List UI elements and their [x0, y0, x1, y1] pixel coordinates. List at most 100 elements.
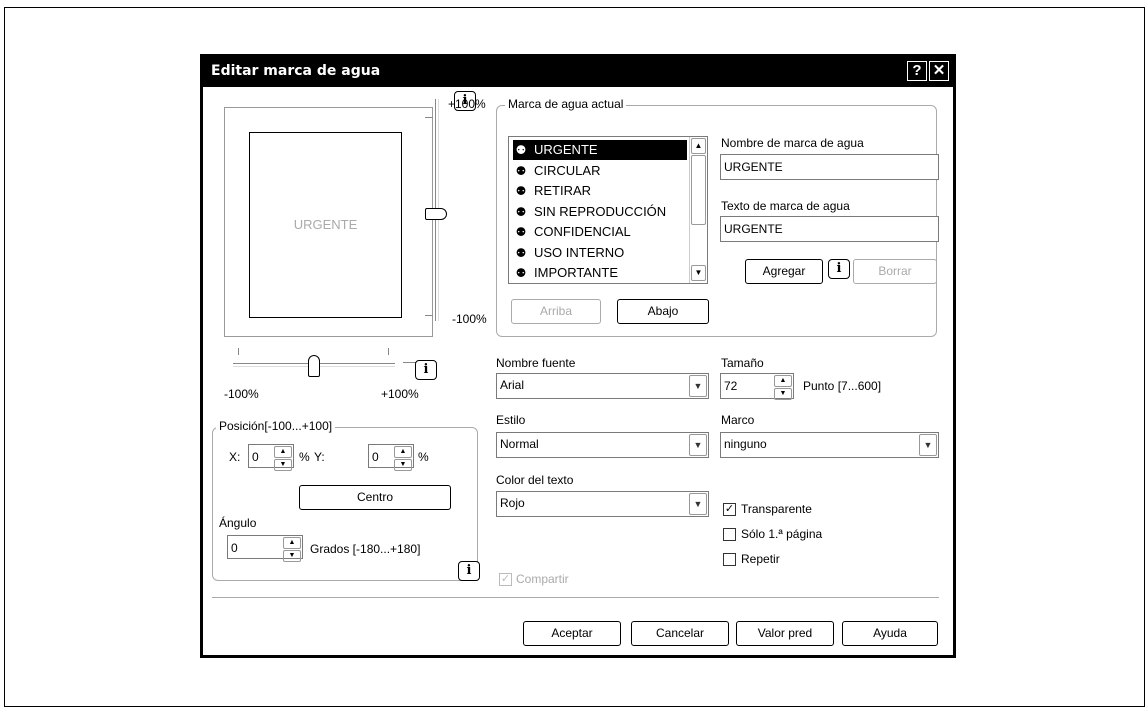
list-item[interactable]: ⚉ RETIRAR	[513, 181, 687, 201]
list-item[interactable]: ⚉ USO INTERNO	[513, 243, 687, 263]
list-item[interactable]: ⚉ SIN REPRODUCCIÓN	[513, 202, 687, 222]
repeat-checkbox[interactable]	[723, 553, 736, 566]
watermark-icon: ⚉	[515, 204, 527, 219]
preview-watermark-text: URGENTE	[293, 217, 358, 232]
list-item-label: CONFIDENCIAL	[534, 224, 631, 239]
hslider-max-label: +100%	[381, 387, 419, 401]
font-name-select[interactable]: Arial ▼	[496, 373, 709, 399]
separator	[212, 597, 939, 598]
cancel-button[interactable]: Cancelar	[631, 621, 729, 646]
repeat-label: Repetir	[741, 552, 780, 566]
list-item[interactable]: ⚉ URGENTE	[513, 140, 687, 160]
watermark-list[interactable]: ⚉ URGENTE ⚉ CIRCULAR ⚉ RETIRAR ⚉ SIN REPRODUCCI…	[508, 136, 708, 284]
info-icon[interactable]: i	[458, 561, 480, 581]
transparent-label: Transparente	[741, 502, 812, 516]
angle-input[interactable]: 0 ▲ ▼	[227, 535, 303, 562]
hslider-tick-right	[388, 348, 389, 355]
list-item-label: URGENTE	[534, 142, 598, 157]
arrow-down-icon: ▼	[283, 550, 301, 562]
list-item[interactable]: ⚉ CONFIDENCIAL	[513, 222, 687, 242]
y-unit: %	[418, 450, 429, 464]
x-spinner[interactable]: ▲ ▼	[274, 445, 292, 471]
help-title-button[interactable]: ?	[907, 61, 927, 81]
preview-page: URGENTE	[249, 132, 402, 318]
text-color-label: Color del texto	[496, 473, 574, 487]
down-button[interactable]: Abajo	[617, 299, 709, 324]
list-item-label: SIN REPRODUCCIÓN	[534, 203, 667, 219]
watermark-name-input[interactable]: URGENTE	[720, 154, 939, 180]
list-item-label: USO INTERNO	[534, 244, 625, 260]
arrow-up-icon: ▲	[274, 446, 292, 458]
info-icon[interactable]: i	[415, 360, 437, 380]
list-item[interactable]: ⚉ CIRCULAR	[513, 161, 687, 181]
chevron-down-icon[interactable]: ▼	[689, 493, 707, 515]
size-input[interactable]: 72 ▲ ▼	[720, 373, 794, 400]
y-spinner[interactable]: ▲ ▼	[394, 445, 412, 471]
watermark-icon: ⚉	[515, 225, 527, 239]
first-page-label: Sólo 1.ª página	[741, 527, 823, 541]
size-spinner[interactable]: ▲ ▼	[774, 374, 792, 400]
frame-select[interactable]: ninguno ▼	[720, 432, 939, 458]
font-name-label: Nombre fuente	[496, 356, 576, 370]
watermark-text-label: Texto de marca de agua	[721, 199, 850, 213]
watermark-preview: URGENTE	[224, 107, 433, 337]
x-unit: %	[299, 450, 310, 464]
list-scrollbar[interactable]: ▲ ▼	[689, 137, 707, 283]
chevron-down-icon[interactable]: ▼	[689, 434, 707, 456]
angle-label: Ángulo	[219, 516, 257, 530]
chevron-down-icon[interactable]: ▼	[919, 434, 937, 456]
scrollbar-thumb[interactable]	[691, 155, 706, 225]
x-input[interactable]: 0 ▲ ▼	[248, 444, 294, 471]
style-label: Estilo	[496, 413, 526, 427]
vslider-tick-bottom	[425, 315, 433, 316]
list-item[interactable]: ⚉ IMPORTANTE	[513, 263, 687, 283]
edit-watermark-dialog: Editar marca de agua ? ✕ URGENTE i +100%…	[200, 54, 956, 658]
position-legend: Posición[-100...+100]	[216, 419, 336, 433]
close-title-button[interactable]: ✕	[929, 61, 949, 81]
style-select[interactable]: Normal ▼	[496, 432, 709, 458]
first-page-checkbox[interactable]	[723, 528, 736, 541]
arrow-down-icon: ▼	[274, 459, 292, 471]
arrow-up-icon: ▲	[394, 446, 412, 458]
y-input[interactable]: 0 ▲ ▼	[368, 444, 414, 471]
arrow-down-icon[interactable]: ▼	[691, 265, 706, 281]
watermark-icon: ⚉	[515, 245, 527, 260]
y-label: Y:	[314, 450, 325, 464]
watermark-icon: ⚉	[515, 143, 527, 157]
vslider-min-label: -100%	[452, 312, 487, 326]
list-item-label: IMPORTANTE	[534, 265, 619, 280]
ok-button[interactable]: Aceptar	[523, 621, 621, 646]
vslider-max-label: +100%	[448, 97, 486, 111]
hslider-min-label: -100%	[224, 387, 259, 401]
current-watermark-legend: Marca de agua actual	[505, 97, 627, 111]
vslider-tick-top	[425, 117, 433, 118]
angle-spinner[interactable]: ▲ ▼	[283, 536, 301, 562]
size-unit: Punto [7...600]	[803, 379, 882, 393]
add-button[interactable]: Agregar	[745, 259, 823, 284]
list-item-label: RETIRAR	[534, 183, 592, 198]
vertical-slider-thumb[interactable]	[425, 207, 447, 220]
arrow-up-icon[interactable]: ▲	[691, 138, 706, 154]
list-item-label: CIRCULAR	[534, 162, 601, 178]
text-color-select[interactable]: Rojo ▼	[496, 491, 709, 517]
center-button[interactable]: Centro	[299, 485, 451, 510]
help-button[interactable]: Ayuda	[842, 621, 938, 646]
default-button[interactable]: Valor pred	[736, 621, 834, 646]
title-bar: Editar marca de agua ? ✕	[203, 57, 953, 87]
watermark-icon: ⚉	[515, 266, 527, 280]
share-checkbox[interactable]: ✓	[499, 573, 512, 586]
watermark-text-input[interactable]: URGENTE	[720, 216, 939, 242]
transparent-checkbox[interactable]: ✓	[723, 503, 736, 516]
arrow-down-icon: ▼	[394, 459, 412, 471]
info-icon[interactable]: i	[828, 259, 850, 279]
arrow-up-icon: ▲	[774, 375, 792, 387]
x-label: X:	[229, 450, 241, 464]
up-button[interactable]: Arriba	[511, 299, 601, 324]
arrow-up-icon: ▲	[283, 537, 301, 549]
hslider-tick-left	[238, 348, 239, 355]
delete-button[interactable]: Borrar	[853, 259, 937, 284]
chevron-down-icon[interactable]: ▼	[689, 375, 707, 397]
horizontal-slider-thumb[interactable]	[308, 355, 320, 377]
frame-label: Marco	[721, 413, 755, 427]
dialog-title: Editar marca de agua	[211, 63, 381, 79]
